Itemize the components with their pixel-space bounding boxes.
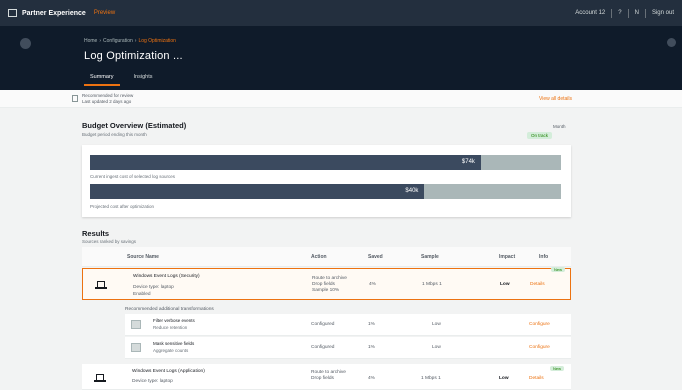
impact-value: Low	[499, 376, 509, 381]
preview-tag: Preview	[93, 10, 116, 16]
list-item[interactable]: Filter verbose events Reduce retention C…	[125, 314, 571, 336]
budget-card: $74k Current ingest cost of selected log…	[82, 145, 571, 217]
tab-insights[interactable]: Insights	[128, 72, 159, 86]
breadcrumb-current: Log Optimization	[138, 38, 176, 44]
sub-line-1: Mask sensitive fields	[153, 341, 195, 346]
sub-action: Configured	[311, 345, 335, 350]
transform-icon	[131, 320, 141, 329]
source-meta: Device type: laptop	[133, 285, 174, 290]
tab-summary[interactable]: Summary	[84, 72, 120, 86]
action-line-3: Sample 10%	[312, 288, 340, 293]
info-strip: Recommended for review Last updated 2 da…	[0, 90, 682, 108]
sub-line-2: Aggregate counts	[153, 348, 189, 353]
sample-value: 1 Mbps 1	[422, 282, 442, 287]
results-subtitle: Sources ranked by savings	[82, 239, 137, 244]
column-header-saved[interactable]: Saved	[368, 254, 383, 260]
page-title: Log Optimization ...	[84, 50, 183, 62]
apps-grid-icon[interactable]	[8, 9, 17, 17]
configure-link[interactable]: Configure	[529, 322, 550, 327]
view-details-link[interactable]: View all details	[539, 96, 572, 102]
new-badge: New	[551, 267, 566, 272]
action-line-1: Route to archive	[312, 276, 347, 281]
source-name[interactable]: Windows Event Logs (Security)	[133, 274, 200, 279]
details-link[interactable]: Details	[529, 376, 544, 381]
topnav-right: Account 12 ? N Sign out	[575, 8, 674, 18]
transform-icon	[131, 343, 141, 352]
sub-action: Configured	[311, 322, 335, 327]
laptop-icon	[95, 280, 107, 291]
action-line-2: Drop fields	[311, 376, 334, 381]
budget-bar-projected-fill: $40k	[90, 184, 425, 199]
results-title: Results	[82, 229, 110, 238]
source-name[interactable]: Windows Event Logs (Application)	[132, 369, 205, 374]
saved-value: 4%	[369, 282, 376, 287]
breadcrumb-home[interactable]: Home	[84, 38, 97, 44]
budget-bar-current-value: $74k	[461, 159, 475, 165]
action-line-2: Drop fields	[312, 282, 335, 287]
laptop-icon	[94, 373, 106, 384]
table-row[interactable]: Windows Event Logs (Security) Device typ…	[82, 267, 571, 300]
sign-out-link[interactable]: Sign out	[652, 10, 674, 16]
sub-sample: Low	[432, 322, 441, 327]
top-navigation: Partner Experience Preview Account 12 ? …	[0, 0, 682, 26]
source-meta: Device type: laptop	[132, 379, 173, 384]
sub-saved: 1%	[368, 345, 375, 350]
column-header-impact[interactable]: Impact	[499, 254, 515, 260]
sub-line-2: Reduce retention	[153, 325, 188, 330]
status-badge: On track	[527, 132, 553, 139]
strip-line-2: Last updated 2 days ago	[82, 99, 132, 104]
brand-name[interactable]: Partner Experience	[22, 10, 86, 17]
account-menu[interactable]: Account 12	[575, 10, 605, 16]
column-header-source[interactable]: Source Name	[127, 254, 159, 260]
divider	[644, 8, 646, 18]
help-menu[interactable]: ?	[618, 10, 621, 16]
new-badge: New	[550, 366, 565, 371]
sub-section-label: Recommended additional transformations	[125, 307, 214, 312]
breadcrumb-separator: ›	[99, 38, 102, 44]
breadcrumb: Home › Configuration › Log Optimization	[84, 38, 176, 44]
budget-bar-current: $74k	[90, 155, 561, 170]
document-icon	[72, 95, 78, 102]
hamburger-menu-icon[interactable]	[20, 38, 31, 49]
sub-line-1: Filter verbose events	[153, 318, 195, 323]
action-line-1: Route to archive	[311, 370, 346, 375]
sample-value: 1 Mbps 1	[421, 376, 441, 381]
budget-subtitle: Budget period ending this month	[82, 132, 147, 137]
column-header-info[interactable]: Info	[539, 254, 548, 260]
page-header: Home › Configuration › Log Optimization …	[0, 26, 682, 90]
table-row[interactable]: Windows Event Logs (Application) Device …	[82, 364, 571, 390]
column-header-action[interactable]: Action	[311, 254, 327, 260]
impact-value: Low	[500, 282, 510, 287]
sub-sample: Low	[432, 345, 441, 350]
divider	[627, 8, 629, 18]
strip-line-1: Recommended for review	[82, 93, 134, 98]
budget-bar-projected: $40k	[90, 184, 561, 199]
source-status: Enabled	[133, 292, 151, 297]
saved-value: 4%	[368, 376, 375, 381]
budget-bar-current-fill: $74k	[90, 155, 481, 170]
table-header: Source Name Action Saved Sample Impact I…	[82, 247, 571, 267]
sub-saved: 1%	[368, 322, 375, 327]
user-avatar[interactable]: N	[635, 10, 639, 16]
budget-bar-current-caption: Current ingest cost of selected log sour…	[90, 174, 176, 179]
column-header-sample[interactable]: Sample	[421, 254, 439, 260]
breadcrumb-configuration[interactable]: Configuration	[103, 38, 133, 44]
list-item[interactable]: Mask sensitive fields Aggregate counts C…	[125, 337, 571, 359]
period-label: Month	[553, 124, 566, 129]
breadcrumb-separator: ›	[134, 38, 137, 44]
divider	[611, 8, 613, 18]
details-link[interactable]: Details	[530, 282, 545, 287]
configure-link[interactable]: Configure	[529, 345, 550, 350]
budget-title: Budget Overview (Estimated)	[82, 121, 187, 130]
budget-bar-projected-caption: Projected cost after optimization	[90, 204, 155, 209]
tab-bar: Summary Insights	[84, 72, 159, 86]
budget-bar-projected-value: $40k	[405, 188, 419, 194]
info-icon[interactable]	[667, 38, 676, 47]
